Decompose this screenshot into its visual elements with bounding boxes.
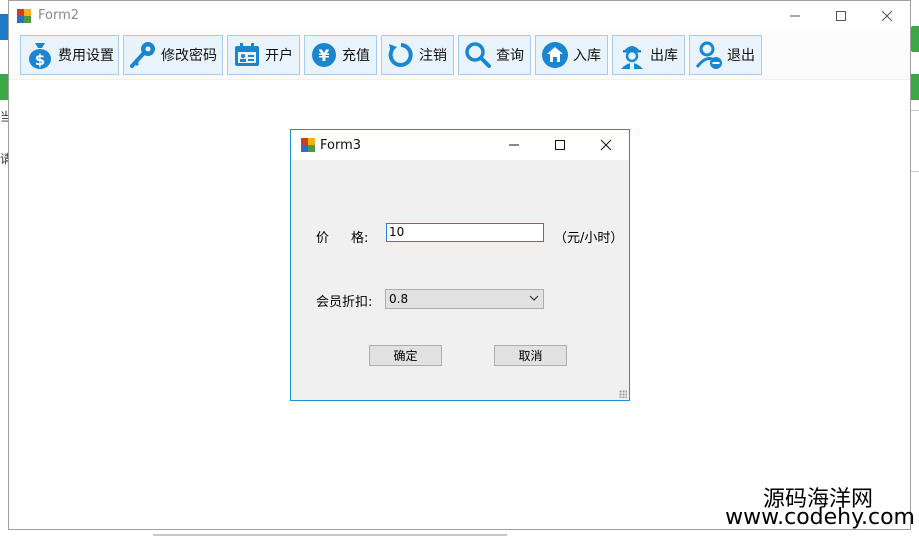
discount-select[interactable]: 0.8 — [385, 289, 544, 309]
fee-settings-button[interactable]: $ 费用设置 — [20, 35, 119, 75]
form2-titlebar[interactable]: Form2 — [9, 1, 910, 31]
maximize-button[interactable] — [818, 1, 864, 31]
chevron-down-icon — [529, 291, 539, 311]
home-icon — [540, 40, 570, 70]
fee-settings-label: 费用设置 — [58, 48, 114, 64]
svg-text:¥: ¥ — [318, 46, 329, 65]
form3-minimize-button[interactable] — [491, 130, 537, 160]
change-password-button[interactable]: 修改密码 — [123, 35, 223, 75]
search-icon — [463, 40, 493, 70]
key-icon — [128, 40, 158, 70]
refresh-icon — [386, 40, 416, 70]
ok-button[interactable]: 确定 — [369, 345, 442, 366]
cancel-button[interactable]: 取消 — [494, 345, 567, 366]
form3-maximize-button[interactable] — [537, 130, 583, 160]
resize-grip[interactable] — [619, 390, 627, 398]
background-right-lines — [911, 110, 919, 172]
form3-titlebar[interactable]: Form3 — [291, 130, 629, 160]
stock-out-button[interactable]: 出库 — [612, 35, 685, 75]
price-input[interactable]: 10 — [386, 223, 544, 242]
background-left-green-strip — [0, 74, 8, 100]
user-exit-icon — [694, 40, 724, 70]
money-bag-icon: $ — [25, 40, 55, 70]
exit-label: 退出 — [727, 48, 755, 64]
app-icon — [301, 138, 315, 152]
close-icon — [600, 139, 612, 151]
query-button[interactable]: 查询 — [458, 35, 531, 75]
yen-coin-icon: ¥ — [309, 40, 339, 70]
open-account-button[interactable]: 开户 — [227, 35, 300, 75]
stock-in-label: 入库 — [573, 48, 601, 64]
recharge-label: 充值 — [342, 48, 370, 64]
svg-text:$: $ — [35, 51, 45, 69]
price-label-part: 格: — [351, 231, 369, 246]
app-icon — [17, 9, 31, 23]
form3-close-button[interactable] — [583, 130, 629, 160]
minimize-icon — [790, 15, 800, 17]
price-label-part: 价 — [316, 231, 330, 246]
cancel-account-label: 注销 — [419, 48, 447, 64]
background-right-green-strip — [911, 74, 919, 100]
calendar-card-icon — [232, 40, 262, 70]
change-password-label: 修改密码 — [161, 48, 217, 64]
maximize-icon — [555, 140, 565, 150]
watermark-url: www.codehy.com — [725, 505, 915, 530]
recharge-button[interactable]: ¥ 充值 — [304, 35, 377, 75]
price-label: 价 格: — [316, 227, 368, 246]
price-unit-label: （元/小时） — [554, 231, 624, 246]
worker-icon — [617, 40, 647, 70]
minimize-button[interactable] — [772, 1, 818, 31]
main-toolbar: $ 费用设置 修改密码 开户 ¥ 充值 注销 查询 入库 出库 退出 — [9, 31, 910, 80]
discount-value: 0.8 — [389, 292, 409, 306]
open-account-label: 开户 — [265, 48, 293, 64]
discount-label: 会员折扣: — [316, 295, 373, 310]
form3-title: Form3 — [320, 138, 362, 153]
form2-title: Form2 — [38, 8, 80, 23]
minimize-icon — [509, 144, 519, 146]
close-icon — [881, 10, 893, 22]
stock-in-button[interactable]: 入库 — [535, 35, 608, 75]
background-divider — [153, 534, 507, 536]
maximize-icon — [836, 11, 846, 21]
query-label: 查询 — [496, 48, 524, 64]
exit-button[interactable]: 退出 — [689, 35, 762, 75]
background-right-green-strip — [911, 26, 919, 52]
form3-dialog: Form3 价 格: 10 （元/小时） 会员折扣: 0.8 确定 取消 — [290, 129, 630, 401]
close-button[interactable] — [864, 1, 910, 31]
stock-out-label: 出库 — [650, 48, 678, 64]
cancel-account-button[interactable]: 注销 — [381, 35, 454, 75]
background-left-blue-strip — [0, 14, 8, 40]
